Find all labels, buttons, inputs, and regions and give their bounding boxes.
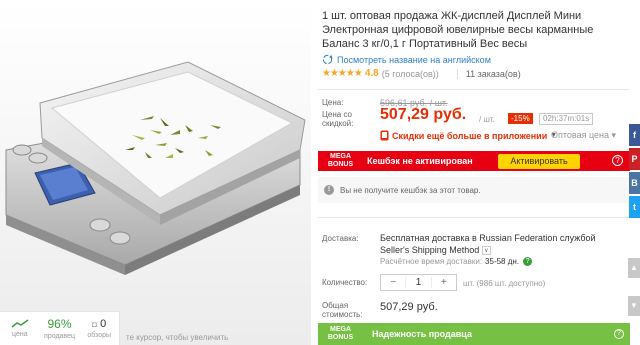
quantity-available: шт. (986 шт. доступно) (463, 279, 546, 288)
help-icon[interactable]: ? (523, 257, 533, 266)
quantity-plus-button[interactable]: + (432, 277, 456, 288)
discount-badge: -15% (508, 113, 533, 124)
stat-sellers-label: продавец (44, 333, 75, 340)
camera-icon: ◘ (92, 320, 97, 329)
divider (318, 217, 630, 218)
facebook-icon[interactable]: f (629, 124, 640, 146)
orders-count: 11 заказа(ов) (465, 68, 521, 79)
stat-reviews-row: ◘ 0 (92, 318, 106, 330)
app-promo-label: Скидки ещё больше в приложении (392, 130, 548, 141)
bonus-text: BONUS (327, 161, 354, 168)
quantity-stepper: − 1 + (380, 274, 457, 291)
zoom-hint: те курсор, чтобы увеличить (126, 333, 229, 342)
stat-reviews-label: обзоры (87, 332, 112, 339)
translate-icon (322, 54, 333, 65)
stat-sellers: 96% продавец (40, 312, 80, 345)
price-unit: / шт. (479, 115, 495, 124)
social-share-rail: f P B t (629, 124, 640, 220)
mega-bonus-logo: MEGA BONUS (318, 153, 363, 169)
shipping-method[interactable]: Бесплатная доставка в Russian Federation… (380, 232, 625, 256)
scroll-up-button[interactable]: ▲ (628, 258, 640, 278)
gallery-stats-bar: цена 96% продавец ◘ 0 обзоры (0, 311, 120, 345)
help-icon[interactable]: ? (612, 155, 623, 166)
mega-text: MEGA (330, 153, 351, 160)
stat-price: цена (0, 312, 40, 345)
delivery-estimate-value: 35-58 дн. (485, 257, 520, 266)
chevron-down-icon[interactable]: ∨ (481, 246, 491, 256)
rating-score: 4.8 (364, 68, 379, 79)
stat-price-label: цена (12, 331, 28, 338)
total-label-line2: стоимость: (322, 310, 363, 319)
phone-icon (380, 130, 389, 141)
help-icon[interactable]: ? (614, 329, 624, 339)
product-title: 1 шт. оптовая продажа ЖК-дисплей Дисплей… (322, 10, 594, 50)
rating-stars-icon: ★★★★★ (322, 68, 363, 79)
translate-link-label: Посмотреть название на английском (337, 54, 491, 65)
stat-reviews: ◘ 0 обзоры (79, 312, 119, 345)
cashback-notice: ! Вы не получите кешбэк за этот товар. (318, 177, 630, 203)
rating-row: ★★★★★ 4.8 (5 голоса(ов)) 11 заказа(ов) (322, 68, 521, 79)
stat-sellers-value: 96% (47, 317, 72, 331)
scroll-down-button[interactable]: ▼ (628, 296, 640, 316)
wholesale-price-dropdown[interactable]: Оптовая цена ▾ (551, 130, 616, 141)
shipping-label: Доставка: (322, 234, 359, 243)
product-gallery[interactable]: цена 96% продавец ◘ 0 обзоры те курсор, … (0, 0, 311, 345)
product-photo[interactable] (0, 0, 311, 345)
quantity-minus-button[interactable]: − (381, 277, 405, 288)
current-price: 507,29 руб. (380, 106, 467, 123)
product-details: 1 шт. оптовая продажа ЖК-дисплей Дисплей… (318, 0, 630, 345)
total-label-line1: Общая (322, 301, 349, 310)
activate-cashback-button[interactable]: Активировать (498, 154, 580, 169)
discount-price-label: Цена со скидкой: (322, 110, 354, 128)
bonus-text: BONUS (327, 334, 354, 341)
notice-text: Вы не получите кешбэк за этот товар. (340, 185, 481, 195)
quantity-label: Количество: (322, 278, 368, 287)
vk-icon[interactable]: B (629, 172, 640, 194)
pinterest-icon[interactable]: P (629, 148, 640, 170)
mega-text: MEGA (330, 326, 351, 333)
total-label: Общая стоимость: (322, 301, 363, 319)
quantity-input[interactable]: 1 (405, 277, 432, 288)
trend-icon (11, 319, 29, 328)
stat-reviews-value: 0 (100, 318, 107, 330)
cashback-status: Кешбэк не активирован (367, 156, 473, 166)
total-price: 507,29 руб. (380, 301, 438, 313)
delivery-estimate: Расчётное время доставки: 35-58 дн. ? (380, 257, 533, 266)
cashback-bar: MEGA BONUS Кешбэк не активирован Активир… (318, 151, 630, 171)
app-promo-link[interactable]: Скидки ещё больше в приложении ▼ (380, 130, 557, 141)
mega-bonus-logo: MEGA BONUS (318, 326, 363, 342)
price-label: Цена: (322, 98, 344, 107)
twitter-icon[interactable]: t (629, 196, 640, 218)
rating-divider (456, 68, 458, 79)
divider (318, 89, 630, 90)
delivery-estimate-label: Расчётное время доставки: (380, 257, 483, 266)
sale-timer: 02h:37m:01s (539, 113, 594, 125)
seller-trust-label: Надежность продавца (372, 329, 472, 339)
seller-trust-bar: MEGA BONUS Надежность продавца ? (318, 323, 630, 345)
info-icon: ! (324, 185, 334, 195)
translate-link[interactable]: Посмотреть название на английском (322, 54, 491, 65)
rating-votes-link[interactable]: (5 голоса(ов)) (382, 69, 439, 79)
